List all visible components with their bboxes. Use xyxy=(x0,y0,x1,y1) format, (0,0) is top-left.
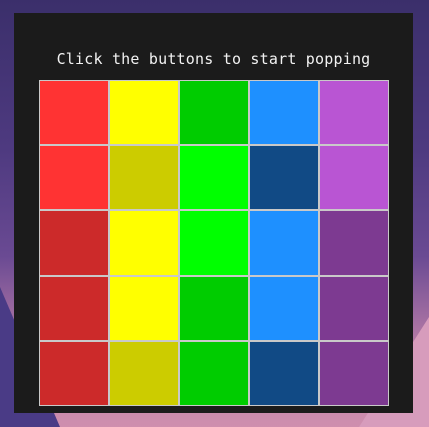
pop-button-r3-c4[interactable] xyxy=(250,211,318,275)
pop-button-r5-c5[interactable] xyxy=(320,341,388,405)
pop-button-r2-c5[interactable] xyxy=(320,146,388,210)
pop-button-r3-c1[interactable] xyxy=(40,211,108,275)
pop-button-r3-c2[interactable] xyxy=(110,211,178,275)
pop-button-r4-c2[interactable] xyxy=(110,276,178,340)
pop-button-r5-c2[interactable] xyxy=(110,341,178,405)
pop-button-r4-c1[interactable] xyxy=(40,276,108,340)
pop-button-r2-c1[interactable] xyxy=(40,146,108,210)
pop-button-r1-c2[interactable] xyxy=(110,81,178,145)
pop-button-r2-c3[interactable] xyxy=(180,146,248,210)
game-panel: Click the buttons to start popping xyxy=(14,13,413,413)
pop-button-r1-c3[interactable] xyxy=(180,81,248,145)
pop-button-r2-c2[interactable] xyxy=(110,146,178,210)
pop-button-r1-c4[interactable] xyxy=(250,81,318,145)
pop-button-r2-c4[interactable] xyxy=(250,146,318,210)
pop-button-r5-c1[interactable] xyxy=(40,341,108,405)
pop-button-r4-c5[interactable] xyxy=(320,276,388,340)
pop-button-r3-c3[interactable] xyxy=(180,211,248,275)
game-title: Click the buttons to start popping xyxy=(56,50,371,68)
pop-button-r1-c1[interactable] xyxy=(40,81,108,145)
pop-button-r4-c4[interactable] xyxy=(250,276,318,340)
pop-board xyxy=(39,80,389,406)
pop-button-r1-c5[interactable] xyxy=(320,81,388,145)
pop-button-r5-c3[interactable] xyxy=(180,341,248,405)
pop-button-r3-c5[interactable] xyxy=(320,211,388,275)
pop-button-r5-c4[interactable] xyxy=(250,341,318,405)
pop-button-r4-c3[interactable] xyxy=(180,276,248,340)
